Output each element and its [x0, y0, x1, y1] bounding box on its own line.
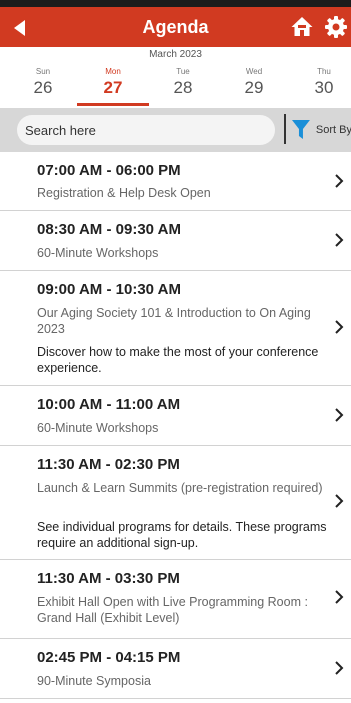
chevron-right-icon: [335, 408, 344, 422]
session-time: 07:00 AM - 06:00 PM: [37, 162, 181, 179]
chevron-right-icon: [335, 494, 344, 508]
day-sun-26[interactable]: Sun 26: [8, 66, 78, 98]
chevron-right-icon: [335, 233, 344, 247]
app-header: Agenda: [0, 7, 351, 47]
day-number: 30: [314, 78, 334, 97]
session-item[interactable]: 07:00 AM - 06:00 PM Registration & Help …: [0, 152, 351, 211]
session-title: 60-Minute Workshops: [37, 421, 159, 435]
session-item[interactable]: 11:30 AM - 03:30 PM Exhibit Hall Open wi…: [0, 560, 351, 639]
chevron-right-icon: [335, 661, 344, 675]
sort-by-button[interactable]: Sort By: [292, 118, 351, 142]
session-title: Launch & Learn Summits (pre-registration…: [37, 481, 323, 495]
session-time: 11:30 AM - 02:30 PM: [37, 456, 180, 473]
divider: [284, 114, 286, 144]
session-time: 11:30 AM - 03:30 PM: [37, 570, 180, 587]
settings-button[interactable]: [324, 15, 348, 39]
chevron-right-icon: [335, 590, 344, 604]
home-button[interactable]: [290, 15, 314, 39]
session-title: 90-Minute Symposia: [37, 674, 151, 688]
session-title: Exhibit Hall Open with Live Programming …: [37, 595, 308, 625]
status-bar: [0, 0, 351, 7]
filter-icon: [292, 120, 310, 139]
day-number: 27: [103, 78, 123, 97]
day-tue-28[interactable]: Tue 28: [148, 66, 218, 98]
session-time: 02:45 PM - 04:15 PM: [37, 649, 181, 666]
session-time: 10:00 AM - 11:00 AM: [37, 396, 181, 413]
day-name: Thu: [317, 67, 331, 76]
session-title: Our Aging Society 101 & Introduction to …: [37, 306, 311, 336]
search-bar: Sort By: [0, 108, 351, 152]
session-item[interactable]: 08:30 AM - 09:30 AM 60-Minute Workshops: [0, 211, 351, 271]
day-mon-27[interactable]: Mon 27: [78, 66, 148, 98]
session-item[interactable]: 10:00 AM - 11:00 AM 60-Minute Workshops: [0, 386, 351, 446]
selected-day-indicator: [77, 103, 149, 106]
month-label: March 2023: [149, 49, 202, 60]
day-number: 26: [33, 78, 53, 97]
sort-label: Sort By: [315, 124, 351, 136]
day-name: Wed: [245, 67, 263, 76]
day-thu-30[interactable]: Thu 30: [289, 66, 351, 98]
home-icon: [291, 17, 313, 36]
session-item[interactable]: 11:30 AM - 02:30 PM Launch & Learn Summi…: [0, 446, 351, 560]
day-name: Sun: [35, 67, 51, 76]
chevron-right-icon: [335, 174, 344, 188]
day-name: Tue: [176, 67, 190, 76]
session-description: Discover how to make the most of your co…: [37, 345, 319, 375]
session-title: Registration & Help Desk Open: [37, 186, 211, 200]
gear-icon: [325, 16, 347, 38]
day-number: 29: [244, 78, 264, 97]
search-input[interactable]: [17, 115, 275, 145]
chevron-right-icon: [335, 320, 344, 334]
session-title: 60-Minute Workshops: [37, 246, 159, 260]
session-time: 08:30 AM - 09:30 AM: [37, 221, 181, 238]
day-name: Mon: [105, 67, 121, 76]
session-item[interactable]: 09:00 AM - 10:30 AM Our Aging Society 10…: [0, 271, 351, 386]
day-number: 28: [173, 78, 193, 97]
session-item[interactable]: 02:45 PM - 04:15 PM 90-Minute Symposia: [0, 639, 351, 699]
day-wed-29[interactable]: Wed 29: [219, 66, 289, 98]
session-description: See individual programs for details. The…: [37, 520, 327, 550]
session-time: 09:00 AM - 10:30 AM: [37, 281, 181, 298]
